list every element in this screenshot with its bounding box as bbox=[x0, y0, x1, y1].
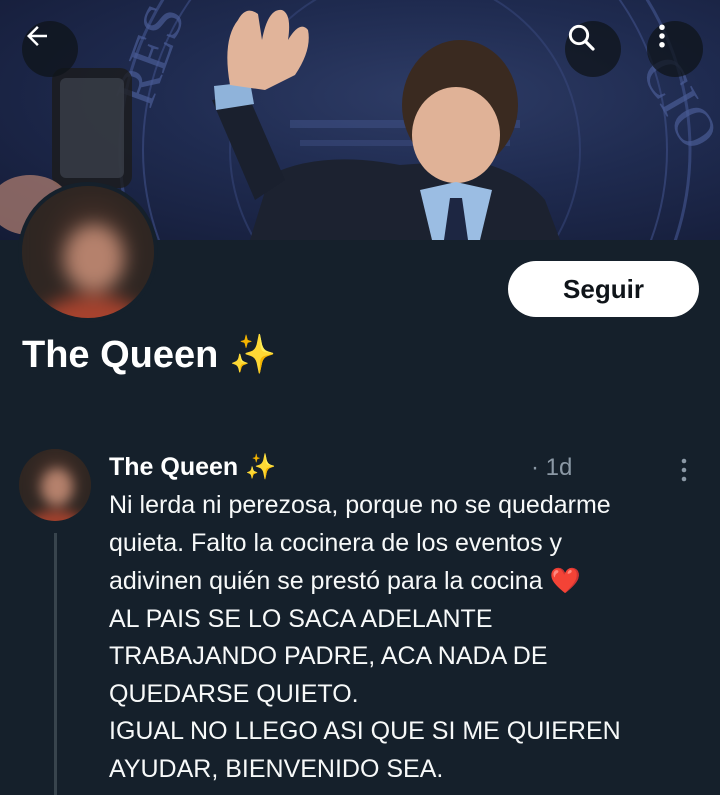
tweet-author-avatar[interactable] bbox=[19, 449, 91, 521]
tweet-text: Ni lerda ni perezosa, porque no se queda… bbox=[109, 487, 699, 788]
avatar-image bbox=[19, 449, 91, 521]
tweet-line: AL PAIS SE LO SACA ADELANTE bbox=[109, 604, 493, 633]
more-vertical-icon bbox=[659, 24, 665, 48]
tweet-line: Ni lerda ni perezosa, porque no se queda… bbox=[109, 491, 611, 519]
tweet-line: IGUAL NO LLEGO ASI QUE SI ME QUIEREN bbox=[109, 717, 621, 745]
more-vertical-icon bbox=[681, 458, 687, 482]
search-button[interactable] bbox=[565, 21, 621, 77]
profile-name-text: The Queen bbox=[22, 334, 219, 376]
tweet-line-text: adivinen quién se prestó para la cocina bbox=[109, 567, 543, 595]
tweet-more-button[interactable] bbox=[672, 456, 696, 484]
tweet-line: QUEDARSE QUIETO. bbox=[109, 679, 359, 708]
back-button[interactable] bbox=[22, 21, 78, 77]
heart-emoji: ❤️ bbox=[549, 566, 581, 595]
sparkles-emoji: ✨ bbox=[228, 332, 277, 376]
thread-line bbox=[54, 533, 57, 795]
sparkles-emoji: ✨ bbox=[245, 452, 277, 481]
avatar-image bbox=[22, 186, 154, 318]
arrow-left-icon bbox=[27, 26, 47, 46]
tweet-timestamp[interactable]: · 1d bbox=[531, 454, 572, 482]
follow-button[interactable]: Seguir bbox=[508, 261, 699, 317]
tweet-line: TRABAJANDO PADRE, ACA NADA DE bbox=[109, 642, 548, 670]
tweet-line: adivinen quién se prestó para la cocina … bbox=[109, 562, 699, 601]
tweet-author-name: The Queen bbox=[109, 453, 239, 481]
tweet-line: AYUDAR, BIENVENIDO SEA. bbox=[109, 754, 444, 783]
tweet-line: quieta. Falto la cocinera de los eventos… bbox=[109, 528, 563, 557]
more-options-button[interactable] bbox=[647, 21, 703, 77]
profile-name: The Queen ✨ bbox=[22, 332, 276, 377]
search-icon bbox=[568, 24, 595, 51]
profile-avatar[interactable] bbox=[18, 182, 158, 322]
tweet-author[interactable]: The Queen ✨ bbox=[109, 452, 276, 482]
